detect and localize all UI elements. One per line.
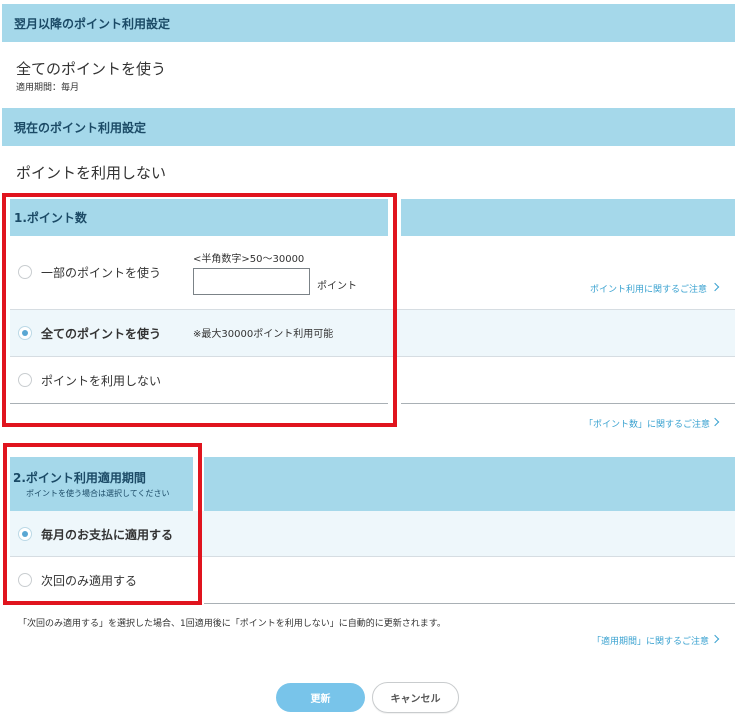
- section-divider: [401, 403, 735, 404]
- next-month-setting-header: 翌月以降のポイント利用設定: [2, 4, 735, 42]
- update-button[interactable]: 更新: [276, 683, 365, 712]
- points-usage-caution-link[interactable]: ポイント利用に関するご注意: [590, 282, 707, 295]
- current-setting-header: 現在のポイント利用設定: [2, 108, 735, 146]
- points-section-highlight: [2, 193, 397, 427]
- next-month-setting-title: 翌月以降のポイント利用設定: [14, 16, 171, 31]
- period-caution-link[interactable]: 「適用期間」に関するご注意: [592, 634, 709, 647]
- period-note: 「次回のみ適用する」を選択した場合、1回適用後に「ポイントを利用しない」に自動的…: [18, 619, 446, 629]
- current-setting-value: ポイントを利用しない: [16, 164, 167, 182]
- chevron-right-icon: [710, 634, 720, 644]
- points-section-header-extension: [401, 199, 735, 236]
- section-divider: [204, 603, 735, 604]
- cancel-button[interactable]: キャンセル: [372, 682, 459, 713]
- chevron-right-icon: [710, 417, 720, 427]
- next-month-setting-period: 適用期間：毎月: [16, 83, 80, 93]
- period-section-highlight: [3, 443, 202, 605]
- current-setting-title: 現在のポイント利用設定: [14, 120, 147, 135]
- next-month-setting-value: 全てのポイントを使う: [16, 60, 167, 78]
- period-section-header-extension: [204, 457, 735, 511]
- points-count-caution-link[interactable]: 「ポイント数」に関するご注意: [584, 417, 710, 430]
- chevron-right-icon: [710, 282, 720, 292]
